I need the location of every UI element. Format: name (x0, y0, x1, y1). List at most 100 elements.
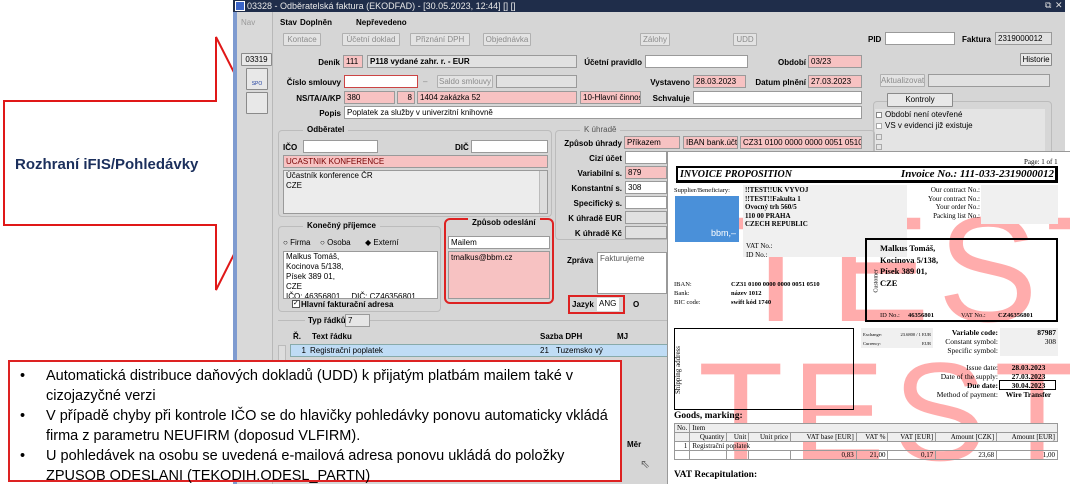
odeslani-method[interactable]: Mailem (448, 236, 550, 249)
ucetni-doklad-button[interactable]: Účetní doklad (342, 33, 400, 46)
restore-icon[interactable]: ⧉ (1045, 0, 1051, 11)
checkbox[interactable] (876, 123, 882, 129)
item-no: 1 (673, 441, 691, 451)
close-icon[interactable]: ✕ (1055, 0, 1063, 11)
nav-button[interactable]: Nav (241, 18, 255, 27)
scrollbar[interactable] (539, 171, 547, 213)
odeslani-email[interactable]: tmalkus@bbm.cz (448, 251, 550, 299)
pid-label: PID (868, 35, 882, 44)
hlavni-checkbox[interactable]: ✓ (292, 300, 300, 308)
value-amount-eur: 1,00 (996, 450, 1058, 460)
jazyk-input[interactable]: ANG (597, 298, 619, 311)
popis-input[interactable]: Poplatek za služby v univerzitní knihovn… (344, 106, 862, 119)
cizi-ucet-label: Cizí účet (589, 154, 622, 163)
col-text: Text řádku (312, 332, 352, 341)
radio-firma[interactable]: ○ Firma (283, 238, 311, 247)
customer-vat: CZ46356801 (998, 312, 1034, 319)
obdobi-label: Období (778, 58, 806, 67)
id-no-label: ID No.: (746, 251, 768, 259)
value-vat-pct: 21,00 (855, 450, 889, 460)
saldo-smlouvy-button[interactable]: Saldo smlouvy (437, 75, 493, 88)
dic-label: DIČ (455, 143, 469, 152)
odeslani-title: Způsob odeslání (468, 218, 540, 227)
kontroly-button[interactable]: Kontroly (887, 93, 953, 107)
refs-bg (981, 185, 1058, 224)
radio-externi[interactable]: ◆ Externí (365, 238, 399, 247)
typ-radku-select[interactable]: 7 (345, 314, 370, 327)
variabilni-input[interactable]: 879 (625, 166, 667, 179)
denik-input[interactable]: 111 (343, 55, 363, 68)
cislo-smlouvy-input[interactable] (344, 75, 418, 88)
vat-no-label: VAT No.: (746, 242, 773, 250)
bullet-item: U pohledávek na osobu se uvedená e-mailo… (20, 446, 620, 486)
cizi-ucet-input[interactable] (625, 151, 667, 164)
variabilni-label: Variabilní s. (577, 169, 622, 178)
value-vat-base: 0,83 (790, 450, 857, 460)
radio-osoba[interactable]: ○ Osoba (320, 238, 351, 247)
jazyk-label: Jazyk (572, 300, 594, 309)
k-uhrade-kc-label: K úhradě Kč (574, 229, 622, 238)
checkbox[interactable] (876, 134, 882, 140)
konstantni-input[interactable]: 308 (625, 181, 667, 194)
udd-button[interactable]: UDD (733, 33, 757, 46)
radio-label: Osoba (327, 238, 351, 247)
zprava-input[interactable]: Fakturujeme (597, 252, 667, 294)
col-quantity: Quantity (689, 432, 728, 442)
odberatel-name[interactable]: UCASTNIK KONFERENCE (283, 155, 548, 168)
kp-input[interactable]: 10-Hlavní činnost (580, 91, 641, 104)
datum-plneni-input[interactable]: 27.03.2023 (808, 75, 862, 88)
ucetni-pravidlo-input[interactable] (645, 55, 748, 68)
denik-name: P118 vydané zahr. r. - EUR (367, 55, 577, 68)
checkbox[interactable] (876, 144, 882, 150)
bank-labels: IBAN: Bank: BIC code: (674, 281, 701, 306)
prijemce-address[interactable]: Malkus Tomáš, Kocinova 5/138, Písek 389 … (283, 251, 438, 299)
historie-button[interactable]: Historie (1020, 53, 1052, 66)
window-title: 03328 - Odběratelská faktura (EKODFAD) -… (233, 0, 1065, 12)
col-amount-eur: Amount [EUR] (996, 432, 1058, 442)
hlavni-label: Hlavní fakturační adresa (301, 300, 394, 309)
mouse-cursor-icon: ⇖ (640, 457, 651, 471)
kontace-button[interactable]: Kontace (283, 33, 321, 46)
typ-radku-label: Typ řádků (305, 316, 349, 325)
nav-code-button[interactable]: 03319 (241, 53, 272, 66)
ico-input[interactable] (303, 140, 378, 153)
kontrola-item: VS v evidenci již existuje (885, 121, 973, 130)
zpusob-uhrady-label: Způsob úhrady (564, 139, 622, 148)
spo-icon[interactable]: SPO (246, 68, 268, 90)
datum-plneni-label: Datum plnění (755, 78, 806, 87)
col-unit: Unit (726, 432, 750, 442)
kontrola-item: Období není otevřené (885, 110, 963, 119)
faktura-input[interactable]: 2319000012 (995, 32, 1052, 45)
schvaluje-input[interactable] (693, 91, 862, 104)
aktualizovat-button[interactable]: Aktualizovat (880, 74, 925, 87)
priznani-dph-button[interactable]: Přiznání DPH (410, 33, 470, 46)
checklist-icon[interactable] (246, 92, 268, 114)
row-type: Tuzemsko vý (556, 346, 603, 355)
odberatel-title: Odběratel (303, 125, 349, 134)
vystaveno-input[interactable]: 28.03.2023 (693, 75, 746, 88)
shipping-box (674, 328, 854, 410)
a-input[interactable]: 1404 zakázka 52 (417, 91, 577, 104)
customer-id-label: ID No.: (880, 312, 900, 319)
ns-input[interactable]: 380 (344, 91, 395, 104)
konstantni-label: Konstantní s. (571, 184, 622, 193)
zalohy-button[interactable]: Zálohy (640, 33, 670, 46)
value-vat: 0,17 (887, 450, 937, 460)
supplier-label: Supplier/Beneficiary: (674, 187, 730, 194)
obdobi-input[interactable]: 03/23 (808, 55, 862, 68)
transfer-status: Nepřevedeno (356, 18, 407, 27)
ta-input[interactable]: 8 (397, 91, 415, 104)
bullet-item: V případě chyby při kontrole IČO se do h… (20, 406, 620, 446)
objednavka-button[interactable]: Objednávka (483, 33, 531, 46)
pid-input[interactable] (885, 32, 955, 45)
odberatel-address[interactable]: Účastník konference ČR CZE (283, 170, 548, 214)
checkbox[interactable] (876, 112, 882, 118)
dic-input[interactable] (471, 140, 548, 153)
row-text: Registrační poplatek (310, 346, 383, 355)
bank-values: CZ31 0100 0000 0000 0051 0510 název 1012 s… (731, 281, 820, 306)
specificky-label: Specifický s. (573, 199, 622, 208)
zpusob-uhrady-input[interactable]: Příkazem (624, 136, 680, 149)
specificky-input[interactable] (625, 196, 667, 209)
iban-input[interactable]: CZ31 0100 0000 0000 0051 0510 (740, 136, 862, 149)
aktualizovat-dropdown[interactable] (928, 74, 1050, 87)
